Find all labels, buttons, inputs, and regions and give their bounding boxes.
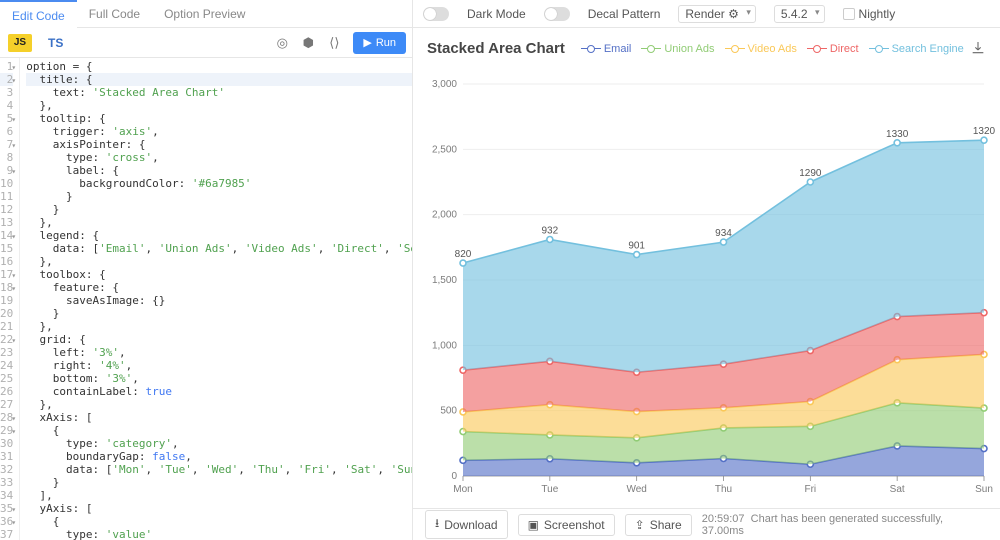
version-select[interactable]: 5.4.2 — [774, 5, 825, 23]
tab-full-code[interactable]: Full Code — [77, 0, 152, 28]
share-icon: ⇪ — [635, 518, 645, 532]
svg-text:Fri: Fri — [804, 484, 816, 495]
editor-toolbar: JS TS ◎ ⬢ ⟨⟩ ▶ Run — [0, 28, 412, 58]
chart-area: Stacked Area Chart Email Union Ads Video… — [413, 28, 1000, 508]
package-icon[interactable]: ⬢ — [298, 33, 318, 53]
format-icon[interactable]: ◎ — [272, 33, 292, 53]
svg-text:820: 820 — [455, 249, 472, 260]
run-button[interactable]: ▶ Run — [353, 32, 406, 54]
svg-text:934: 934 — [715, 228, 732, 239]
stacked-area-chart: 0 500 1,000 1,500 2,000 2,500 3,000 Mon Tue Wed Th… — [413, 28, 1000, 508]
svg-text:3,000: 3,000 — [432, 79, 457, 90]
decal-label: Decal Pattern — [588, 7, 661, 21]
svg-text:2,500: 2,500 — [432, 144, 457, 155]
svg-text:932: 932 — [541, 225, 558, 236]
svg-text:0: 0 — [451, 471, 457, 482]
preview-toolbar: Dark Mode Decal Pattern Render ⚙ 5.4.2 N… — [413, 0, 1000, 28]
preview-panel: Dark Mode Decal Pattern Render ⚙ 5.4.2 N… — [413, 0, 1000, 540]
dark-mode-toggle[interactable] — [423, 7, 449, 21]
svg-text:Tue: Tue — [541, 484, 558, 495]
code-tabs: Edit Code Full Code Option Preview — [0, 0, 412, 28]
svg-text:Mon: Mon — [453, 484, 472, 495]
lang-ts-tab[interactable]: TS — [48, 36, 63, 50]
tab-option-preview[interactable]: Option Preview — [152, 0, 257, 28]
svg-text:Thu: Thu — [715, 484, 732, 495]
svg-text:Sun: Sun — [975, 484, 993, 495]
play-icon: ▶ — [363, 36, 371, 49]
tab-edit-code[interactable]: Edit Code — [0, 0, 77, 28]
editor-panel: Edit Code Full Code Option Preview JS TS… — [0, 0, 413, 540]
nightly-checkbox[interactable] — [843, 8, 855, 20]
download-icon: ⭳ — [435, 514, 439, 535]
code-icon[interactable]: ⟨⟩ — [324, 33, 344, 53]
svg-text:Sat: Sat — [890, 484, 905, 495]
run-label: Run — [376, 37, 396, 49]
code-editor[interactable]: 1▾2▾345▾67▾89▾1011121314▾151617▾18▾19202… — [0, 58, 412, 540]
dark-mode-label: Dark Mode — [467, 7, 526, 21]
download-button[interactable]: ⭳Download — [425, 510, 508, 539]
lang-js-badge[interactable]: JS — [8, 34, 32, 52]
share-button[interactable]: ⇪Share — [625, 514, 692, 536]
svg-text:2,000: 2,000 — [432, 210, 457, 221]
svg-text:1,000: 1,000 — [432, 340, 457, 351]
svg-text:901: 901 — [628, 241, 645, 252]
svg-text:1330: 1330 — [886, 129, 909, 140]
svg-text:Wed: Wed — [626, 484, 646, 495]
svg-text:1,500: 1,500 — [432, 275, 457, 286]
renderer-select[interactable]: Render ⚙ — [678, 5, 755, 23]
preview-footer: ⭳Download ▣Screenshot ⇪Share 20:59:07 Ch… — [413, 508, 1000, 540]
screenshot-button[interactable]: ▣Screenshot — [518, 514, 615, 536]
svg-text:1290: 1290 — [799, 168, 822, 179]
camera-icon: ▣ — [528, 518, 539, 532]
svg-text:500: 500 — [440, 406, 457, 417]
decal-toggle[interactable] — [544, 7, 570, 21]
nightly-option[interactable]: Nightly — [843, 7, 896, 21]
svg-text:1320: 1320 — [973, 126, 996, 137]
status-text: 20:59:07 Chart has been generated succes… — [702, 513, 988, 537]
